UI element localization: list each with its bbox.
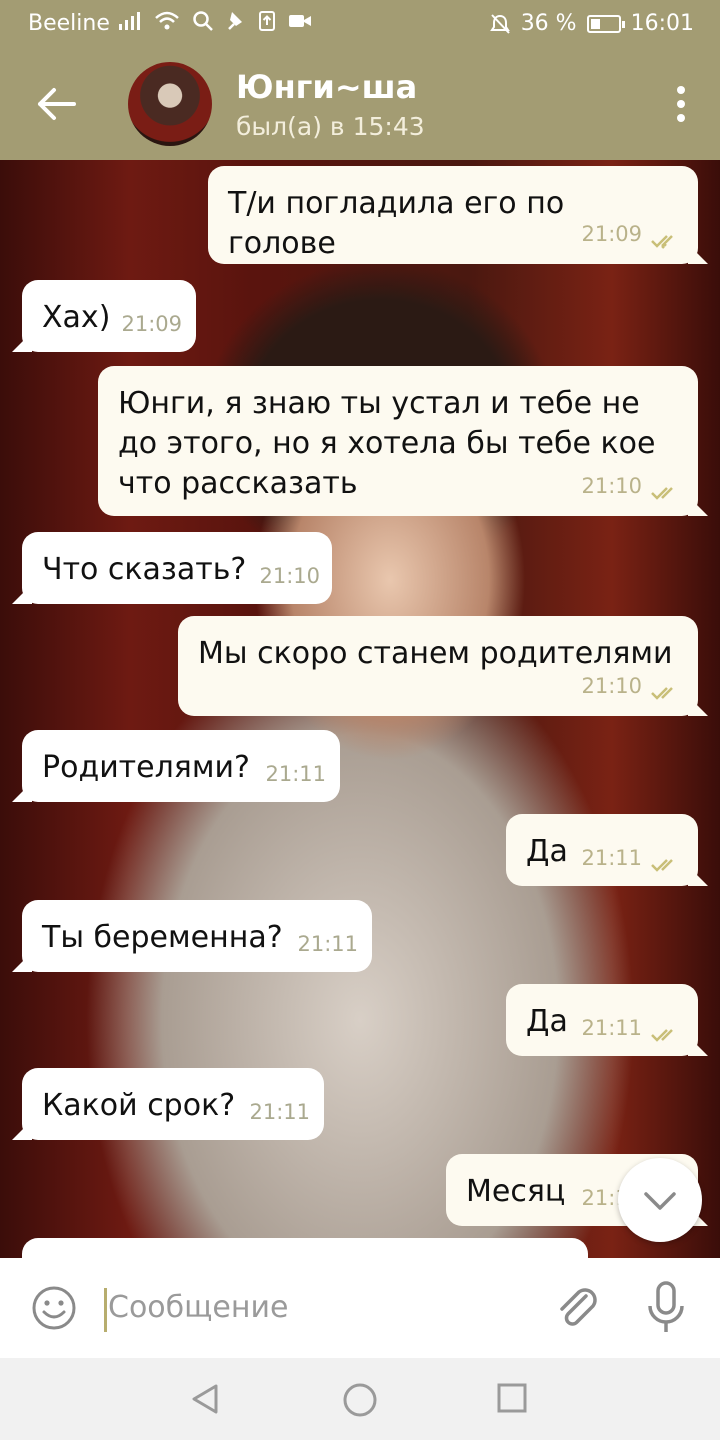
- upload-icon: [259, 11, 275, 31]
- message-text: Что сказать?: [42, 552, 247, 587]
- double-check-icon: [651, 1029, 673, 1042]
- scroll-down-button[interactable]: [618, 1158, 702, 1242]
- message-composer: Сообщение: [0, 1258, 720, 1358]
- bubble-tail: [688, 244, 708, 264]
- bubble-tail: [688, 1036, 708, 1056]
- text-cursor: [104, 1288, 107, 1332]
- battery-icon: [586, 14, 625, 33]
- message-text: Ты беременна?: [42, 920, 283, 955]
- message-text: Месяц: [466, 1174, 566, 1209]
- double-check-icon: [651, 487, 673, 500]
- clock: 16:01: [630, 11, 694, 36]
- message-time: 21:10: [259, 564, 320, 588]
- bubble-tail: [688, 866, 708, 886]
- message-incoming[interactable]: Какой срок? 21:11: [12, 1068, 324, 1140]
- chat-title[interactable]: Юнги~ша: [236, 68, 417, 106]
- carrier-label: Beeline: [28, 11, 110, 36]
- message-list[interactable]: Т/и погладила его по голове 21:09 Хах) 2…: [0, 160, 720, 1258]
- nav-home-icon[interactable]: [342, 1382, 378, 1418]
- message-incoming[interactable]: Родителями? 21:11: [12, 730, 340, 802]
- message-outgoing[interactable]: Мы скоро станем родителями 21:10: [178, 616, 708, 716]
- mic-off-icon: [228, 12, 242, 30]
- message-input[interactable]: Сообщение: [108, 1290, 288, 1325]
- message-time: 21:11: [297, 932, 358, 956]
- message-time: 21:10: [581, 674, 642, 698]
- message-text: Да: [526, 1004, 568, 1039]
- status-icons: [118, 10, 312, 32]
- message-text: Какой срок?: [42, 1088, 236, 1123]
- chevron-down-icon: [644, 1192, 676, 1210]
- nav-back-icon[interactable]: [188, 1382, 222, 1416]
- wifi-icon: [155, 11, 179, 30]
- status-right: 36 % 16:01: [489, 11, 694, 36]
- bell-off-icon: [489, 13, 510, 34]
- battery-percent: 36 %: [520, 11, 577, 36]
- bubble-tail: [12, 332, 32, 352]
- message-text: Т/и погладила его по голове: [228, 186, 565, 261]
- message-time: 21:10: [581, 474, 642, 498]
- message-incoming[interactable]: Ты беременна? 21:11: [12, 900, 372, 972]
- message-incoming[interactable]: Хах) 21:09: [12, 280, 196, 352]
- status-bar: Beeline 36 % 16:01: [0, 0, 720, 48]
- mic-icon[interactable]: [644, 1280, 688, 1336]
- message-time: 21:11: [581, 1016, 642, 1040]
- bubble-tail: [12, 952, 32, 972]
- double-check-icon: [651, 235, 673, 249]
- emoji-icon[interactable]: [30, 1284, 78, 1332]
- message-outgoing[interactable]: Т/и погладила его по голове 21:09: [208, 166, 708, 264]
- message-incoming[interactable]: Что сказать? 21:10: [12, 532, 332, 604]
- video-icon: [289, 15, 311, 27]
- nav-recents-icon[interactable]: [496, 1382, 528, 1414]
- message-time: 21:11: [581, 846, 642, 870]
- message-outgoing[interactable]: Да 21:11: [506, 984, 708, 1056]
- attach-icon[interactable]: [552, 1282, 602, 1332]
- more-vert-icon[interactable]: [676, 86, 686, 122]
- avatar[interactable]: [128, 62, 212, 146]
- double-check-icon: [651, 687, 673, 700]
- bubble-tail: [12, 584, 32, 604]
- signal-icon: [119, 12, 140, 30]
- message-time: 21:11: [265, 762, 326, 786]
- message-outgoing[interactable]: Да 21:11: [506, 814, 708, 886]
- message-time: 21:11: [249, 1100, 310, 1124]
- chat-header: Юнги~ша был(а) в 15:43: [0, 48, 720, 160]
- search-icon: [193, 11, 213, 31]
- message-text: Юнги, я знаю ты устал и тебе не до этого…: [118, 386, 656, 501]
- system-nav-bar: [0, 1358, 720, 1440]
- message-text: Родителями?: [42, 750, 250, 785]
- double-check-icon: [651, 859, 673, 872]
- last-seen-status: был(а) в 15:43: [236, 112, 425, 141]
- message-text: Хах): [42, 300, 111, 335]
- message-incoming-partial[interactable]: [22, 1238, 588, 1258]
- message-time: 21:09: [581, 222, 642, 246]
- message-time: 21:09: [121, 312, 182, 336]
- bubble-tail: [688, 496, 708, 516]
- battery-fill: [590, 18, 600, 29]
- bubble-tail: [12, 1120, 32, 1140]
- bubble-tail: [12, 782, 32, 802]
- bubble-tail: [688, 696, 708, 716]
- back-arrow-icon[interactable]: [34, 86, 78, 122]
- message-text: Да: [526, 834, 568, 869]
- message-outgoing[interactable]: Юнги, я знаю ты устал и тебе не до этого…: [98, 366, 708, 516]
